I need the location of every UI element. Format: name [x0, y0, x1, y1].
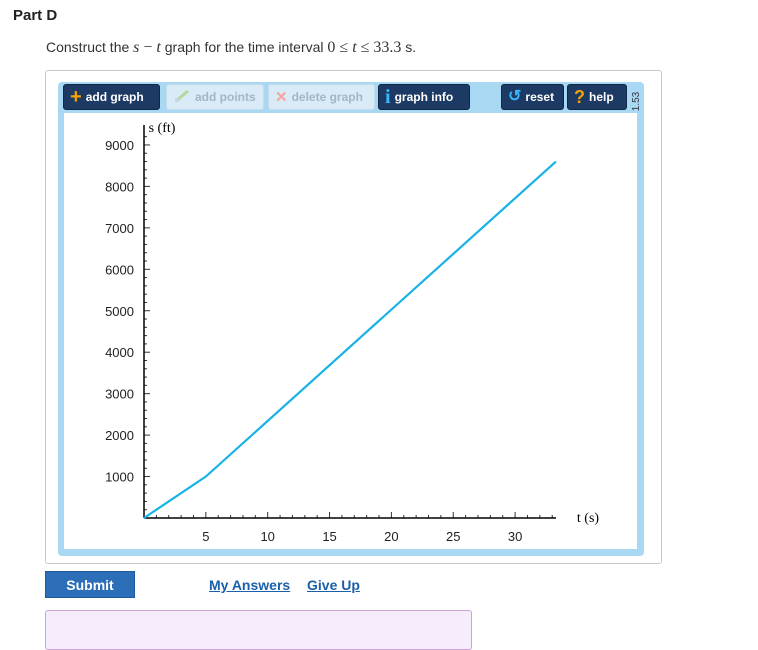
add-points-button[interactable]: add points [166, 84, 264, 110]
submit-button[interactable]: Submit [45, 571, 135, 598]
delete-graph-button[interactable]: ✕ delete graph [268, 84, 375, 110]
pencil-icon [173, 89, 191, 106]
reset-label: reset [525, 90, 555, 104]
graph-info-button[interactable]: i graph info [378, 84, 470, 110]
delete-graph-label: delete graph [291, 90, 363, 104]
prompt-dash: − [143, 39, 153, 56]
plot-area[interactable] [64, 113, 637, 549]
plus-icon: + [70, 86, 82, 108]
add-points-label: add points [195, 90, 256, 104]
version-label: 1.53 [631, 91, 643, 111]
prompt-text-middle: graph for the time interval [160, 39, 328, 55]
graph-info-label: graph info [394, 90, 454, 104]
help-label: help [589, 90, 614, 104]
part-title: Part D [13, 7, 58, 24]
prompt-text-before: Construct the [46, 39, 134, 55]
info-icon: i [385, 86, 391, 108]
feedback-box [45, 610, 472, 650]
reset-icon: ↺ [508, 88, 522, 105]
prompt-le-1: ≤ [339, 39, 349, 56]
prompt-range-unit: s. [401, 39, 417, 55]
add-graph-label: add graph [85, 90, 144, 104]
reset-button[interactable]: ↺ reset [501, 84, 564, 110]
x-icon: ✕ [275, 88, 288, 106]
help-button[interactable]: ? help [567, 84, 627, 110]
give-up-link[interactable]: Give Up [307, 577, 360, 593]
add-graph-button[interactable]: + add graph [63, 84, 160, 110]
prompt-le-2: ≤ [360, 39, 370, 56]
prompt-range-end: 33.3 [373, 39, 402, 56]
my-answers-link[interactable]: My Answers [209, 577, 290, 593]
problem-prompt: Construct the s − t graph for the time i… [46, 39, 416, 57]
question-icon: ? [574, 87, 585, 107]
